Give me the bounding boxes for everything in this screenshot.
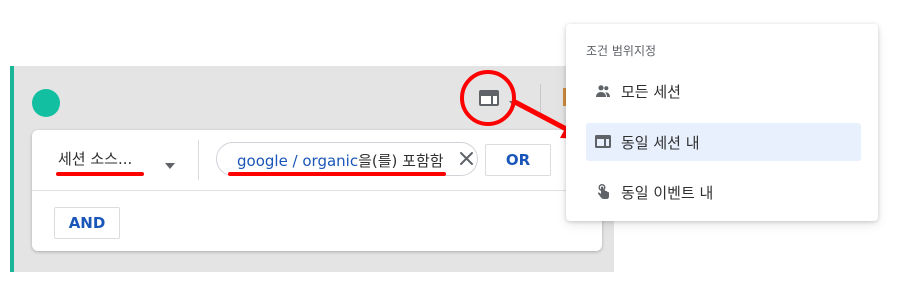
annotation-underline-condition	[228, 172, 446, 176]
menu-item-same-session[interactable]: 동일 세션 내	[586, 123, 861, 161]
condition-operator: 을(를) 포함함	[358, 152, 444, 170]
status-dot	[32, 89, 60, 117]
and-button[interactable]: AND	[54, 207, 120, 239]
chevron-down-icon[interactable]	[165, 155, 175, 169]
menu-item-all-sessions[interactable]: 모든 세션	[586, 72, 861, 110]
dimension-select-label[interactable]: 세션 소스...	[58, 148, 132, 169]
panel-accent-bar	[10, 66, 14, 272]
annotation-underline-dimension	[56, 172, 144, 176]
people-icon	[595, 83, 611, 99]
close-icon[interactable]	[459, 151, 474, 166]
scope-menu-title: 조건 범위지정	[586, 44, 657, 58]
card-row-divider	[32, 190, 602, 191]
or-button[interactable]: OR	[485, 144, 551, 176]
menu-item-same-event[interactable]: 동일 이벤트 내	[586, 173, 861, 211]
panel-divider	[540, 84, 541, 114]
condition-value: google / organic	[237, 152, 359, 170]
session-icon	[595, 134, 611, 150]
field-separator	[198, 140, 199, 180]
condition-chip-text[interactable]: google / organic을(를) 포함함	[237, 150, 444, 171]
touch-icon	[595, 184, 611, 200]
annotation-circle	[460, 70, 516, 126]
menu-item-label: 모든 세션	[621, 83, 681, 101]
menu-item-label: 동일 세션 내	[621, 134, 700, 152]
menu-item-label: 동일 이벤트 내	[621, 184, 714, 202]
